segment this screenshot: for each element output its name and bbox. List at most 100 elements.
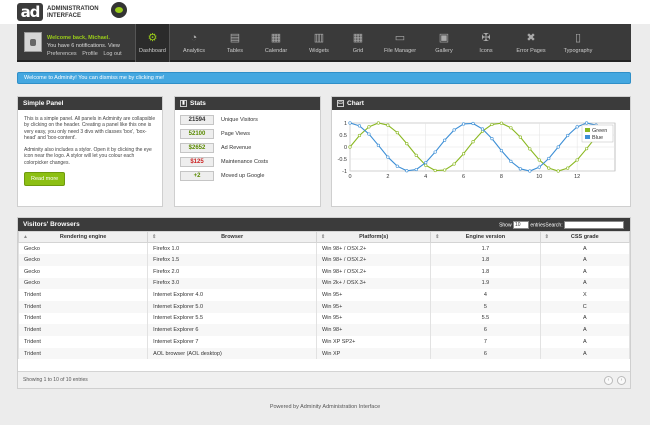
table-cell: Firefox 1.5: [147, 254, 317, 266]
data-point: [386, 155, 390, 159]
table-cell: Win 98+ / OSX.2+: [315, 254, 432, 266]
stat-value: $125: [180, 157, 214, 167]
data-point: [490, 137, 494, 141]
data-point: [556, 145, 560, 149]
simple-panel-header[interactable]: Simple Panel: [18, 97, 162, 110]
data-point: [452, 162, 456, 166]
data-point: [395, 164, 399, 168]
browsers-table: ▲ Rendering engine ⇕ Browser ⇕ Platform(s) ⇕ En…: [17, 231, 631, 360]
nav-item-widgets[interactable]: ▥ Widgets: [300, 24, 338, 62]
x-tick-label: 2: [386, 174, 389, 180]
x-tick-label: 0: [348, 174, 351, 180]
nav-item-grid[interactable]: ▦ Grid: [342, 24, 374, 62]
next-page-button[interactable]: ›: [617, 376, 626, 385]
data-point: [471, 121, 475, 126]
preferences-link[interactable]: Preferences: [47, 51, 77, 57]
grid-icon: ▦: [352, 32, 364, 44]
sort-icon: ⇕: [152, 234, 157, 240]
nav-item-label: Widgets: [309, 48, 329, 54]
table-cell: Win 95+: [315, 289, 432, 301]
table-row[interactable]: Trident Internet Explorer 5.0 Win 95+ 5 C: [17, 300, 631, 313]
data-point: [509, 126, 513, 130]
nav-item-dashboard[interactable]: ⚙ Dashboard: [135, 24, 170, 62]
table-cell: Win 95+: [315, 300, 432, 313]
table-toolbar: Show 10 entriesSearch:: [499, 221, 624, 229]
legend-label: Green: [592, 128, 607, 134]
nav-item-label: Typography: [563, 48, 593, 54]
data-point: [461, 152, 466, 156]
column-header-engine-version[interactable]: ⇕ Engine version: [430, 231, 541, 243]
read-more-button[interactable]: Read more: [24, 172, 66, 187]
nav-item-gallery[interactable]: ▣ Gallery: [426, 24, 462, 62]
chart-title: Chart: [347, 100, 364, 107]
nav-item-calendar[interactable]: ▦ Calendar: [256, 24, 296, 62]
table-cell: Trident: [17, 289, 149, 301]
data-point: [405, 142, 409, 146]
profile-link[interactable]: Profile: [82, 51, 98, 57]
data-point: [414, 153, 418, 158]
table-cell: Firefox 3.0: [147, 277, 317, 290]
data-point: [424, 160, 428, 165]
table-cell: A: [539, 242, 631, 255]
nav-item-error-pages[interactable]: ✖ Error Pages: [510, 24, 552, 62]
sort-icon: ⇕: [321, 234, 326, 240]
column-header-browser[interactable]: ⇕ Browser: [147, 231, 317, 243]
search-input[interactable]: [564, 221, 624, 229]
nav-item-analytics[interactable]: ◔ Analytics: [174, 24, 214, 62]
legend-swatch: [585, 135, 590, 139]
sort-icon: ⇕: [435, 234, 440, 240]
warning-icon: ✖: [526, 32, 536, 44]
nav-item-tables[interactable]: ▤ Tables: [218, 24, 252, 62]
entries-label: entries: [530, 222, 546, 229]
clock-icon: ◔: [190, 32, 198, 44]
logo[interactable]: ad: [17, 3, 43, 21]
column-header-platform-s[interactable]: ⇕ Platform(s): [315, 231, 432, 243]
calendar-icon: ▦: [270, 32, 282, 44]
column-header-label: Browser: [221, 234, 244, 240]
table-cell: Gecko: [17, 254, 149, 266]
top-header: ad ADMINISTRATION INTERFACE: [0, 0, 650, 24]
nav-item-icons[interactable]: ✠ Icons: [466, 24, 506, 62]
nav-item-label: Calendar: [264, 48, 288, 54]
data-point: [414, 167, 418, 172]
folder-icon: ▭: [394, 32, 406, 44]
table-cell: A: [539, 254, 631, 266]
column-header-rendering-engine[interactable]: ▲ Rendering engine: [17, 231, 149, 243]
logout-link[interactable]: Log out: [103, 51, 121, 57]
view-notifications-link[interactable]: View: [108, 43, 120, 49]
table-row[interactable]: Trident AOL browser (AOL desktop) Win XP 6 A: [17, 347, 631, 360]
stats-panel-header[interactable]: ▮ Stats: [175, 97, 320, 110]
table-cell: Win 98+ / OSX.2+: [315, 265, 432, 278]
data-point: [518, 167, 522, 171]
table-cell: Gecko: [17, 265, 149, 278]
table-row[interactable]: Gecko Firefox 2.0 Win 98+ / OSX.2+ 1.8 A: [17, 265, 631, 278]
stats-panel: ▮ Stats 21594 Unique Visitors 52100 Page Vie…: [174, 96, 321, 207]
chart-panel-header[interactable]: ▭ Chart: [332, 97, 630, 110]
table-cell: Win 98+: [315, 324, 432, 336]
table-row[interactable]: Trident Internet Explorer 6 Win 98+ 6 A: [17, 324, 631, 336]
table-row[interactable]: Gecko Firefox 1.5 Win 98+ / OSX.2+ 1.8 A: [17, 254, 631, 266]
table-row[interactable]: Trident Internet Explorer 4.0 Win 95+ 4 X: [17, 289, 631, 301]
logo-text: ADMINISTRATION INTERFACE: [47, 6, 99, 19]
table-row[interactable]: Trident Internet Explorer 5.5 Win 95+ 5.5 A: [17, 312, 631, 325]
table-cell: Win 2k+ / OSX.3+: [315, 277, 432, 290]
table-row[interactable]: Gecko Firefox 3.0 Win 2k+ / OSX.3+ 1.9 A: [17, 277, 631, 290]
table-row[interactable]: Gecko Firefox 1.0 Win 98+ / OSX.2+ 1.7 A: [17, 242, 631, 255]
data-point: [547, 156, 551, 161]
avatar[interactable]: [24, 32, 42, 52]
nav-item-typography[interactable]: ▯ Typography: [556, 24, 600, 62]
nav-item-file-manager[interactable]: ▭ File Manager: [378, 24, 422, 62]
data-point: [537, 165, 541, 169]
eye-icon[interactable]: [111, 2, 127, 18]
nav-item-label: Tables: [227, 48, 243, 54]
prev-page-button[interactable]: ‹: [604, 376, 613, 385]
table-row[interactable]: Trident Internet Explorer 7 Win XP SP2+ 7 A: [17, 336, 631, 348]
table-cell: Trident: [17, 336, 149, 348]
column-header-css-grade[interactable]: ⇕ CSS grade: [539, 231, 631, 243]
table-cell: A: [539, 336, 631, 348]
user-box: Welcome back, Michael. You have 6 notifi…: [47, 34, 126, 58]
notifications-text: You have 6 notifications.: [47, 43, 107, 49]
welcome-notice[interactable]: Welcome to Adminity! You can dismiss me …: [17, 72, 631, 84]
entries-select[interactable]: 10: [512, 221, 529, 229]
nav-item-label: Error Pages: [516, 48, 546, 54]
